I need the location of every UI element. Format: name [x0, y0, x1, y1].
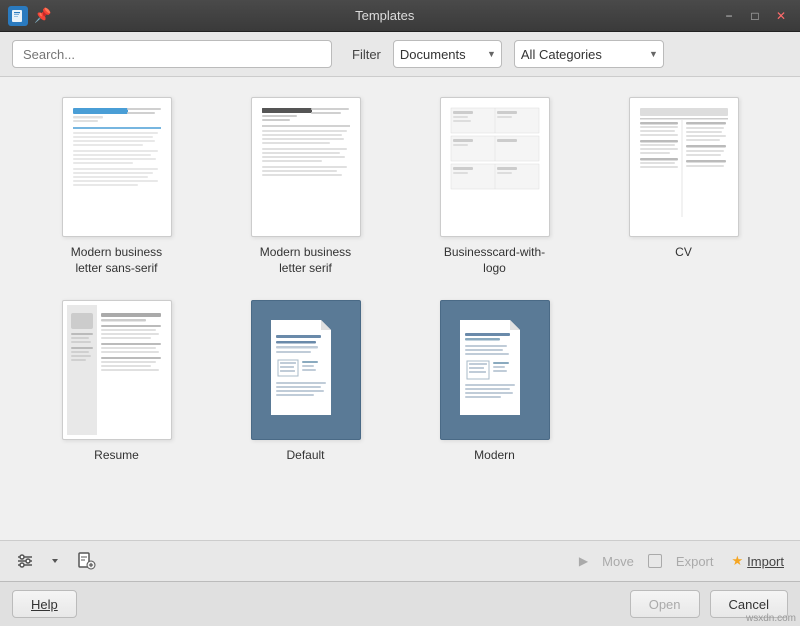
template-preview-svg: [634, 102, 734, 232]
dropdown-arrow-button[interactable]: [46, 554, 64, 568]
maximize-button[interactable]: □: [744, 5, 766, 27]
filter-type-select[interactable]: Documents Spreadsheets Presentations: [393, 40, 502, 68]
import-label: Import: [747, 554, 784, 569]
pin-icon[interactable]: 📌: [34, 7, 51, 24]
template-item[interactable]: Modern businessletter sans-serif: [30, 97, 203, 276]
app-icon: [8, 6, 28, 26]
template-item[interactable]: Modern: [408, 300, 581, 464]
template-label: Modern: [474, 448, 515, 464]
template-preview-svg: [67, 102, 167, 232]
export-checkbox-icon: [648, 554, 662, 568]
bottom-right-actions: ▶ Move Export ★ Import: [579, 551, 788, 571]
bottom-left-actions: [12, 549, 100, 573]
help-label: Help: [31, 597, 58, 612]
main-content: Modern businessletter sans-serif: [0, 77, 800, 540]
template-label: Businesscard-with-logo: [444, 245, 545, 276]
cancel-button[interactable]: Cancel: [710, 590, 788, 618]
filter-type-wrapper: Documents Spreadsheets Presentations: [393, 40, 502, 68]
star-icon: ★: [732, 553, 744, 569]
template-preview-svg: [445, 305, 545, 435]
template-thumbnail: [62, 97, 172, 237]
help-button[interactable]: Help: [12, 590, 77, 618]
sliders-icon: [16, 552, 34, 570]
toolbar: Filter Documents Spreadsheets Presentati…: [0, 32, 800, 77]
manage-icon: [76, 551, 96, 571]
template-preview-svg: [67, 305, 167, 435]
template-item[interactable]: Default: [219, 300, 392, 464]
settings-icon-button[interactable]: [12, 550, 38, 572]
template-thumbnail: [251, 300, 361, 440]
title-bar-left: 📌: [8, 6, 51, 26]
move-arrow-icon: ▶: [579, 554, 588, 568]
search-input[interactable]: [12, 40, 332, 68]
title-bar: 📌 Templates − □ ✕: [0, 0, 800, 32]
templates-grid: Modern businessletter sans-serif: [30, 97, 770, 464]
manage-templates-button[interactable]: [72, 549, 100, 573]
template-preview-svg: [256, 102, 356, 232]
move-button[interactable]: Move: [598, 552, 638, 571]
footer-bar: Help Open Cancel: [0, 581, 800, 626]
close-button[interactable]: ✕: [770, 5, 792, 27]
filter-category-wrapper: All Categories Business Personal Educati…: [514, 40, 664, 68]
template-preview-svg: [445, 102, 545, 232]
template-label: CV: [675, 245, 692, 261]
template-label: Modern businessletter sans-serif: [71, 245, 162, 276]
minimize-button[interactable]: −: [718, 5, 740, 27]
window-title: Templates: [51, 8, 718, 23]
template-preview-svg: [256, 305, 356, 435]
template-label: Default: [286, 448, 324, 464]
open-button[interactable]: Open: [630, 590, 700, 618]
dropdown-arrow-icon: [50, 556, 60, 566]
template-item[interactable]: Modern businessletter serif: [219, 97, 392, 276]
template-label: Modern businessletter serif: [260, 245, 351, 276]
export-button[interactable]: Export: [672, 552, 718, 571]
template-item[interactable]: Businesscard-with-logo: [408, 97, 581, 276]
template-thumbnail: [629, 97, 739, 237]
window-controls: − □ ✕: [718, 5, 792, 27]
template-item[interactable]: Resume: [30, 300, 203, 464]
import-button[interactable]: ★ Import: [728, 551, 789, 571]
template-item[interactable]: CV: [597, 97, 770, 261]
template-thumbnail: [62, 300, 172, 440]
template-thumbnail: [251, 97, 361, 237]
footer-left: Help: [12, 590, 77, 618]
template-thumbnail: [440, 300, 550, 440]
template-thumbnail: [440, 97, 550, 237]
filter-label: Filter: [352, 47, 381, 62]
template-label: Resume: [94, 448, 139, 464]
bottom-action-bar: ▶ Move Export ★ Import: [0, 540, 800, 581]
filter-category-select[interactable]: All Categories Business Personal Educati…: [514, 40, 664, 68]
